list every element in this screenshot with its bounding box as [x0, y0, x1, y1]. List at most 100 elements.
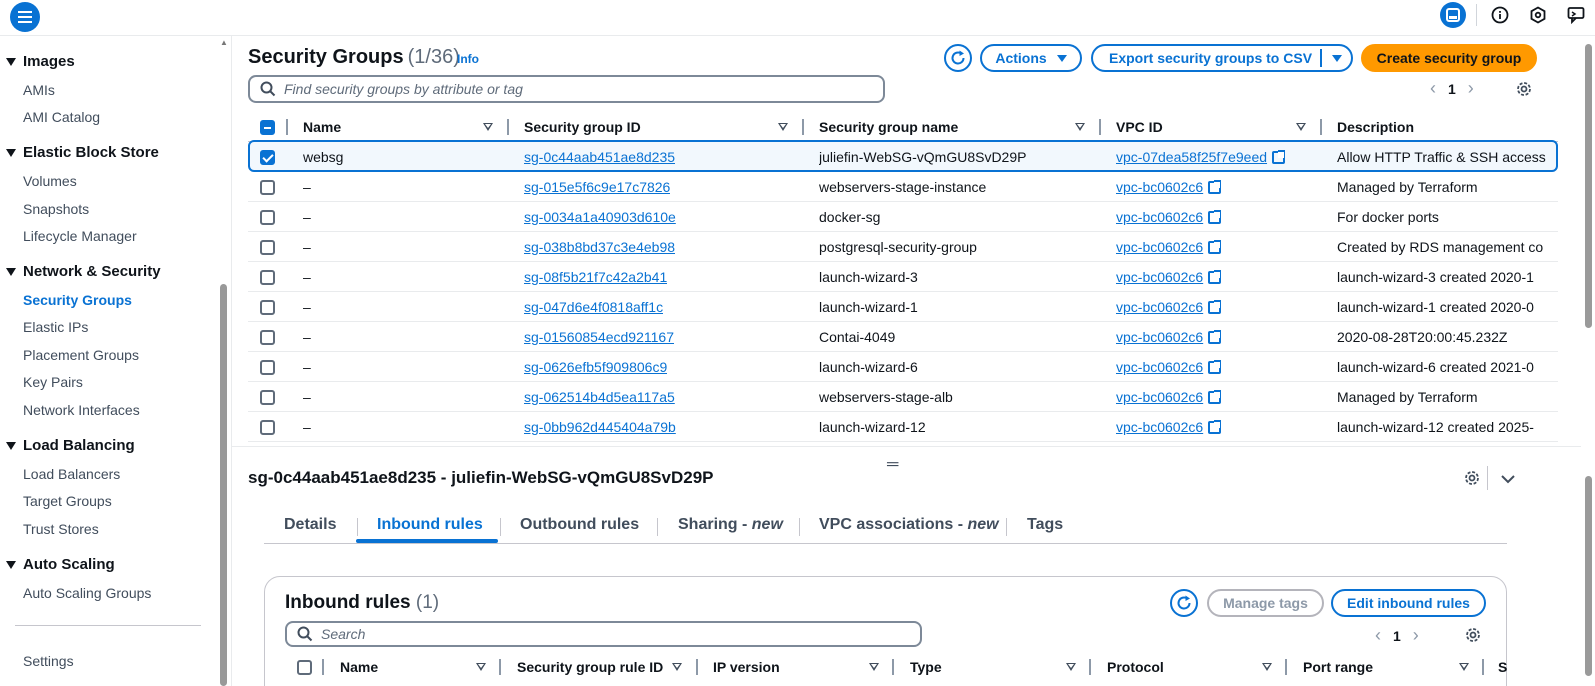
table-row[interactable]: – sg-08f5b21f7c42a2b41 launch-wizard-3 v…	[248, 262, 1558, 292]
export-csv-button[interactable]: Export security groups to CSV	[1091, 44, 1353, 72]
column-separator[interactable]	[802, 119, 804, 135]
select-all-checkbox[interactable]	[297, 655, 312, 679]
column-separator[interactable]	[499, 659, 501, 675]
chevron-left-icon[interactable]: ‹	[1375, 625, 1381, 646]
chevron-down-icon[interactable]	[1500, 471, 1518, 489]
sidebar-item-target-groups[interactable]: Target Groups	[23, 493, 112, 509]
tab-vpc-associations[interactable]: VPC associations - new	[819, 516, 999, 534]
tab-inbound-rules[interactable]: Inbound rules	[377, 516, 483, 534]
column-separator[interactable]	[1285, 659, 1287, 675]
column-separator[interactable]	[892, 659, 894, 675]
row-vpc[interactable]: vpc-bc0602c6	[1116, 172, 1222, 202]
manage-tags-button[interactable]: Manage tags	[1207, 589, 1324, 617]
sidebar-section-auto-scaling[interactable]: Auto Scaling	[6, 556, 115, 573]
row-sg-id[interactable]: sg-038b8bd37c3e4eb98	[524, 232, 675, 262]
scroll-up-icon[interactable]: ▲	[220, 38, 228, 47]
actions-button[interactable]: Actions	[980, 44, 1082, 72]
column-header-protocol[interactable]: Protocol	[1107, 655, 1164, 679]
row-sg-id[interactable]: sg-08f5b21f7c42a2b41	[524, 262, 667, 292]
row-vpc[interactable]: vpc-bc0602c6	[1116, 232, 1222, 262]
column-separator[interactable]	[696, 659, 698, 675]
row-checkbox[interactable]	[260, 292, 275, 322]
row-checkbox[interactable]	[260, 262, 275, 292]
inbound-search-input[interactable]: Search	[285, 621, 922, 647]
sidebar-item-placement-groups[interactable]: Placement Groups	[23, 347, 139, 363]
chevron-right-icon[interactable]: ›	[1413, 625, 1419, 646]
table-row[interactable]: – sg-0626efb5f909806c9 launch-wizard-6 v…	[248, 352, 1558, 382]
column-header-type[interactable]: Type	[910, 655, 942, 679]
row-sg-id[interactable]: sg-0034a1a40903d610e	[524, 202, 676, 232]
sort-icon[interactable]	[1296, 123, 1306, 131]
column-header-ip-version[interactable]: IP version	[713, 655, 780, 679]
row-checkbox[interactable]	[260, 202, 275, 232]
row-vpc[interactable]: vpc-bc0602c6	[1116, 412, 1222, 442]
row-sg-id[interactable]: sg-0c44aab451ae8d235	[524, 142, 675, 172]
row-vpc[interactable]: vpc-bc0602c6	[1116, 202, 1222, 232]
panel-icon[interactable]	[1440, 2, 1466, 28]
sort-icon[interactable]	[1066, 663, 1076, 671]
tab-outbound-rules[interactable]: Outbound rules	[520, 516, 639, 534]
create-security-group-button[interactable]: Create security group	[1361, 44, 1537, 72]
table-row[interactable]: – sg-0bb962d445404a79b launch-wizard-12 …	[248, 412, 1558, 442]
sort-icon[interactable]	[483, 123, 493, 131]
main-scrollbar[interactable]	[1581, 36, 1595, 686]
sidebar-item-ami-catalog[interactable]: AMI Catalog	[23, 109, 100, 125]
column-separator[interactable]	[1089, 659, 1091, 675]
sidebar-item-snapshots[interactable]: Snapshots	[23, 201, 89, 217]
column-header-source[interactable]: S	[1498, 655, 1510, 679]
sidebar-item-load-balancers[interactable]: Load Balancers	[23, 466, 120, 482]
column-header-description[interactable]: Description	[1337, 112, 1414, 142]
settings-gear-icon[interactable]	[1464, 626, 1482, 644]
sidebar-section-ebs[interactable]: Elastic Block Store	[6, 144, 159, 161]
table-row[interactable]: – sg-038b8bd37c3e4eb98 postgresql-securi…	[248, 232, 1558, 262]
sidebar-scrollbar[interactable]: ▲	[217, 36, 231, 686]
sidebar-item-settings[interactable]: Settings	[23, 653, 74, 669]
row-sg-id[interactable]: sg-0626efb5f909806c9	[524, 352, 667, 382]
menu-icon[interactable]	[10, 2, 40, 32]
sort-icon[interactable]	[476, 663, 486, 671]
sidebar-section-network-security[interactable]: Network & Security	[6, 263, 161, 280]
sort-icon[interactable]	[1075, 123, 1085, 131]
row-checkbox[interactable]	[260, 172, 275, 202]
row-vpc[interactable]: vpc-bc0602c6	[1116, 382, 1222, 412]
settings-hex-icon[interactable]	[1525, 2, 1551, 28]
chevron-right-icon[interactable]: ›	[1468, 78, 1474, 99]
row-sg-id[interactable]: sg-0bb962d445404a79b	[524, 412, 676, 442]
sort-icon[interactable]	[778, 123, 788, 131]
sidebar-item-trust-stores[interactable]: Trust Stores	[23, 521, 99, 537]
row-vpc[interactable]: vpc-bc0602c6	[1116, 322, 1222, 352]
sidebar-item-security-groups[interactable]: Security Groups	[23, 292, 132, 308]
sort-icon[interactable]	[1262, 663, 1272, 671]
row-sg-id[interactable]: sg-062514b4d5ea117a5	[524, 382, 675, 412]
info-link[interactable]: Info	[457, 52, 479, 66]
sort-icon[interactable]	[1459, 663, 1469, 671]
row-checkbox[interactable]	[260, 142, 275, 172]
column-header-port-range[interactable]: Port range	[1303, 655, 1373, 679]
sidebar-item-auto-scaling-groups[interactable]: Auto Scaling Groups	[23, 585, 151, 601]
settings-gear-icon[interactable]	[1463, 469, 1481, 487]
row-checkbox[interactable]	[260, 352, 275, 382]
scrollbar-thumb[interactable]	[1585, 476, 1592, 676]
column-header-name[interactable]: Name	[303, 112, 341, 142]
column-separator[interactable]	[1099, 119, 1101, 135]
sort-icon[interactable]	[672, 663, 682, 671]
column-header-rule-id[interactable]: Security group rule ID	[517, 655, 663, 679]
column-separator[interactable]	[1482, 659, 1484, 675]
sidebar-item-elastic-ips[interactable]: Elastic IPs	[23, 319, 88, 335]
page-number[interactable]: 1	[1393, 628, 1401, 644]
sidebar-item-network-interfaces[interactable]: Network Interfaces	[23, 402, 140, 418]
page-number[interactable]: 1	[1448, 81, 1456, 97]
row-vpc[interactable]: vpc-bc0602c6	[1116, 352, 1222, 382]
table-row[interactable]: – sg-047d6e4f0818aff1c launch-wizard-1 v…	[248, 292, 1558, 322]
row-checkbox[interactable]	[260, 322, 275, 352]
feedback-icon[interactable]	[1563, 2, 1589, 28]
resize-handle-icon[interactable]: ═	[887, 456, 898, 474]
column-header-sg-name[interactable]: Security group name	[819, 112, 958, 142]
row-checkbox[interactable]	[260, 232, 275, 262]
select-all-checkbox[interactable]	[260, 112, 275, 142]
refresh-button[interactable]	[944, 44, 972, 72]
settings-gear-icon[interactable]	[1515, 80, 1533, 98]
sidebar-section-load-balancing[interactable]: Load Balancing	[6, 437, 135, 454]
table-row[interactable]: – sg-01560854ecd921167 Contai-4049 vpc-b…	[248, 322, 1558, 352]
row-sg-id[interactable]: sg-015e5f6c9e17c7826	[524, 172, 670, 202]
